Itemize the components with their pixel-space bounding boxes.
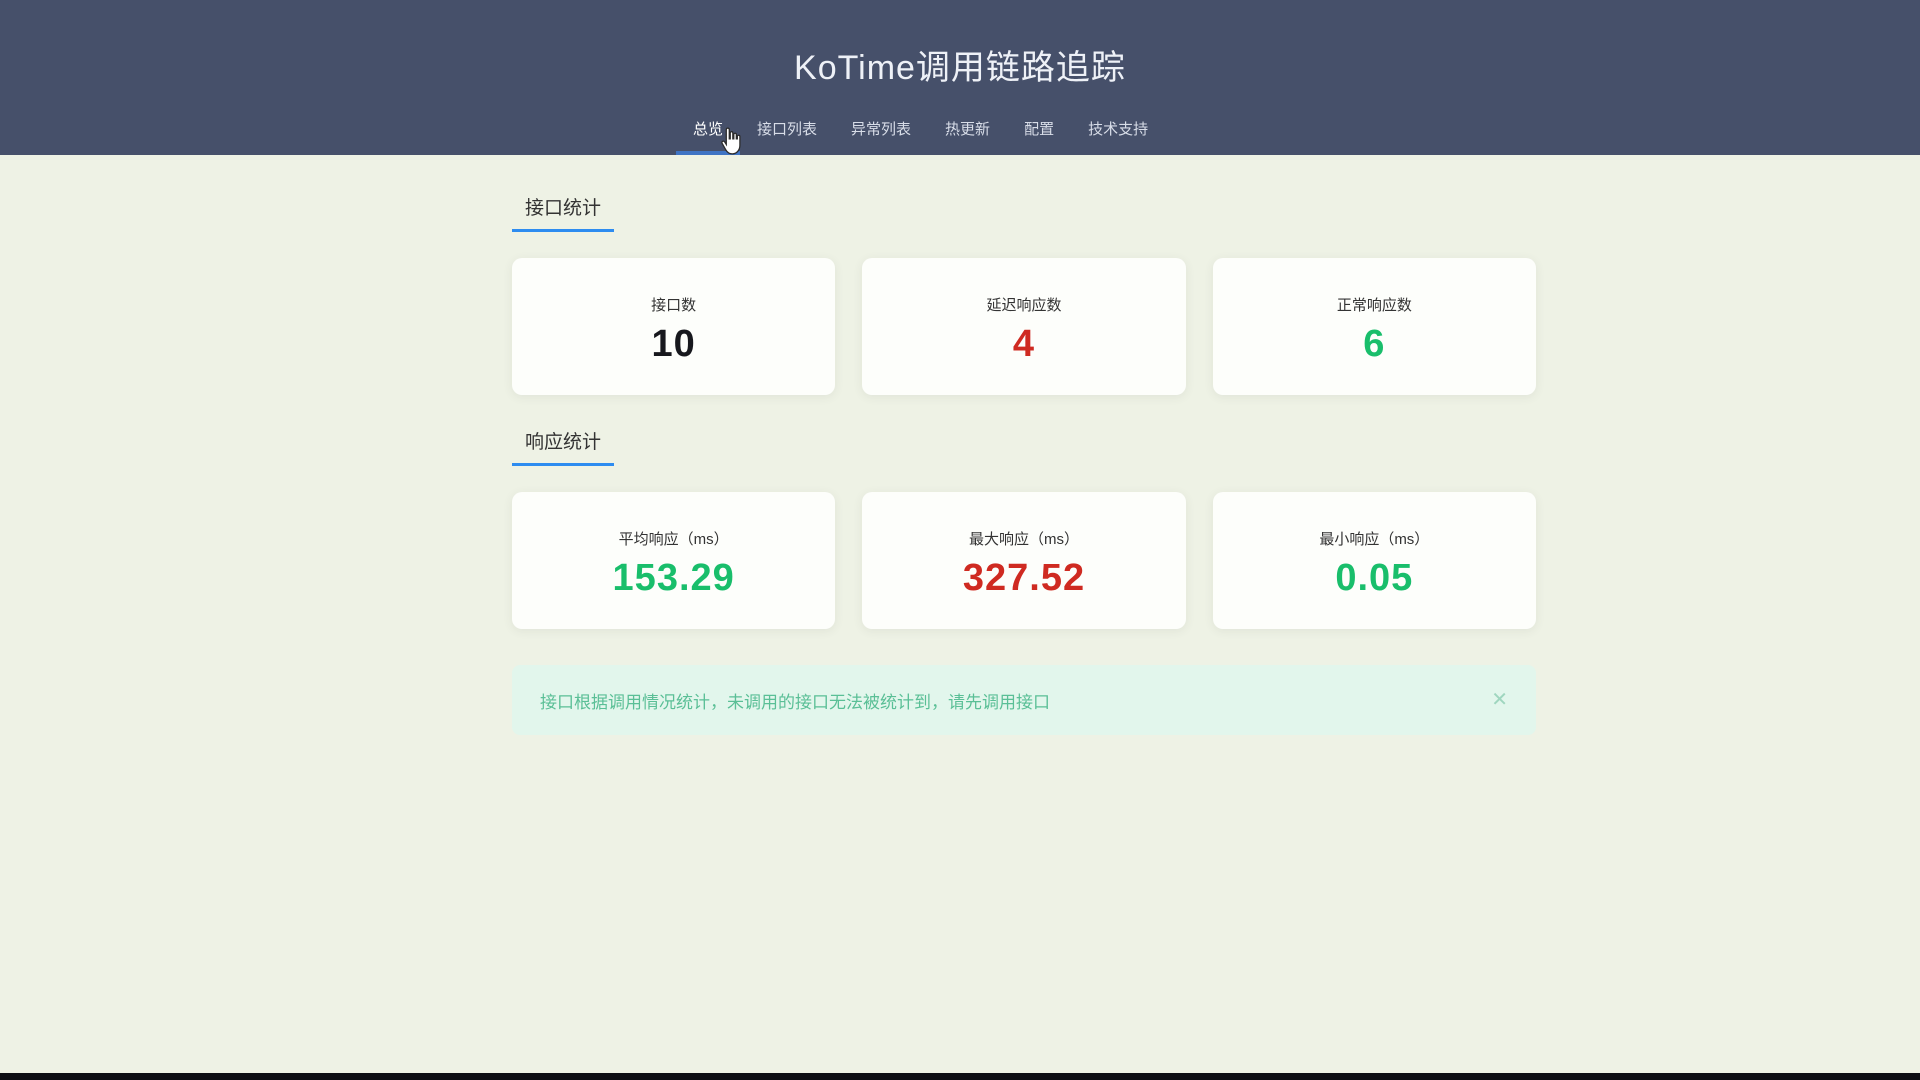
bottom-window-edge xyxy=(0,1073,1920,1080)
section-title-api-stats: 接口统计 xyxy=(512,193,614,232)
stat-value: 153.29 xyxy=(512,557,835,600)
stat-value: 6 xyxy=(1213,323,1536,366)
stat-label: 延迟响应数 xyxy=(862,294,1185,315)
main-nav: 总览 接口列表 异常列表 热更新 配置 技术支持 xyxy=(676,105,1165,155)
api-stats-cards: 接口数 10 延迟响应数 4 正常响应数 6 xyxy=(512,258,1536,395)
section-title-response-stats: 响应统计 xyxy=(512,427,614,466)
stat-value: 0.05 xyxy=(1213,557,1536,600)
stat-label: 接口数 xyxy=(512,294,835,315)
stat-card-min-response: 最小响应（ms） 0.05 xyxy=(1213,492,1536,629)
stat-label: 最大响应（ms） xyxy=(862,528,1185,549)
response-stats-cards: 平均响应（ms） 153.29 最大响应（ms） 327.52 最小响应（ms）… xyxy=(512,492,1536,629)
nav-tab-config[interactable]: 配置 xyxy=(1007,105,1071,155)
stat-label: 最小响应（ms） xyxy=(1213,528,1536,549)
stat-card-normal-responses: 正常响应数 6 xyxy=(1213,258,1536,395)
stat-value: 4 xyxy=(862,323,1185,366)
stat-card-max-response: 最大响应（ms） 327.52 xyxy=(862,492,1185,629)
main-content: 接口统计 接口数 10 延迟响应数 4 正常响应数 6 响应统计 平均响应（ms… xyxy=(512,155,1536,735)
stat-value: 10 xyxy=(512,323,835,366)
nav-tab-hot-update[interactable]: 热更新 xyxy=(928,105,1007,155)
info-alert: 接口根据调用情况统计，未调用的接口无法被统计到，请先调用接口 ✕ xyxy=(512,665,1536,735)
nav-tab-tech-support[interactable]: 技术支持 xyxy=(1071,105,1165,155)
alert-close-icon[interactable]: ✕ xyxy=(1491,690,1508,710)
nav-tab-exception-list[interactable]: 异常列表 xyxy=(834,105,928,155)
stat-value: 327.52 xyxy=(862,557,1185,600)
nav-tab-api-list[interactable]: 接口列表 xyxy=(740,105,834,155)
kotime-overview-page: { "header": { "title": "KoTime调用链路追踪", "… xyxy=(0,0,1920,1080)
section-api-stats: 接口统计 接口数 10 延迟响应数 4 正常响应数 6 xyxy=(512,193,1536,395)
section-response-stats: 响应统计 平均响应（ms） 153.29 最大响应（ms） 327.52 最小响… xyxy=(512,427,1536,629)
stat-card-api-count: 接口数 10 xyxy=(512,258,835,395)
stat-label: 正常响应数 xyxy=(1213,294,1536,315)
info-alert-text: 接口根据调用情况统计，未调用的接口无法被统计到，请先调用接口 xyxy=(540,688,1050,713)
stat-card-avg-response: 平均响应（ms） 153.29 xyxy=(512,492,835,629)
stat-label: 平均响应（ms） xyxy=(512,528,835,549)
nav-tab-overview[interactable]: 总览 xyxy=(676,105,740,155)
app-header: KoTime调用链路追踪 总览 接口列表 异常列表 热更新 配置 技术支持 xyxy=(0,0,1920,155)
stat-card-delayed-responses: 延迟响应数 4 xyxy=(862,258,1185,395)
page-title: KoTime调用链路追踪 xyxy=(0,0,1920,89)
